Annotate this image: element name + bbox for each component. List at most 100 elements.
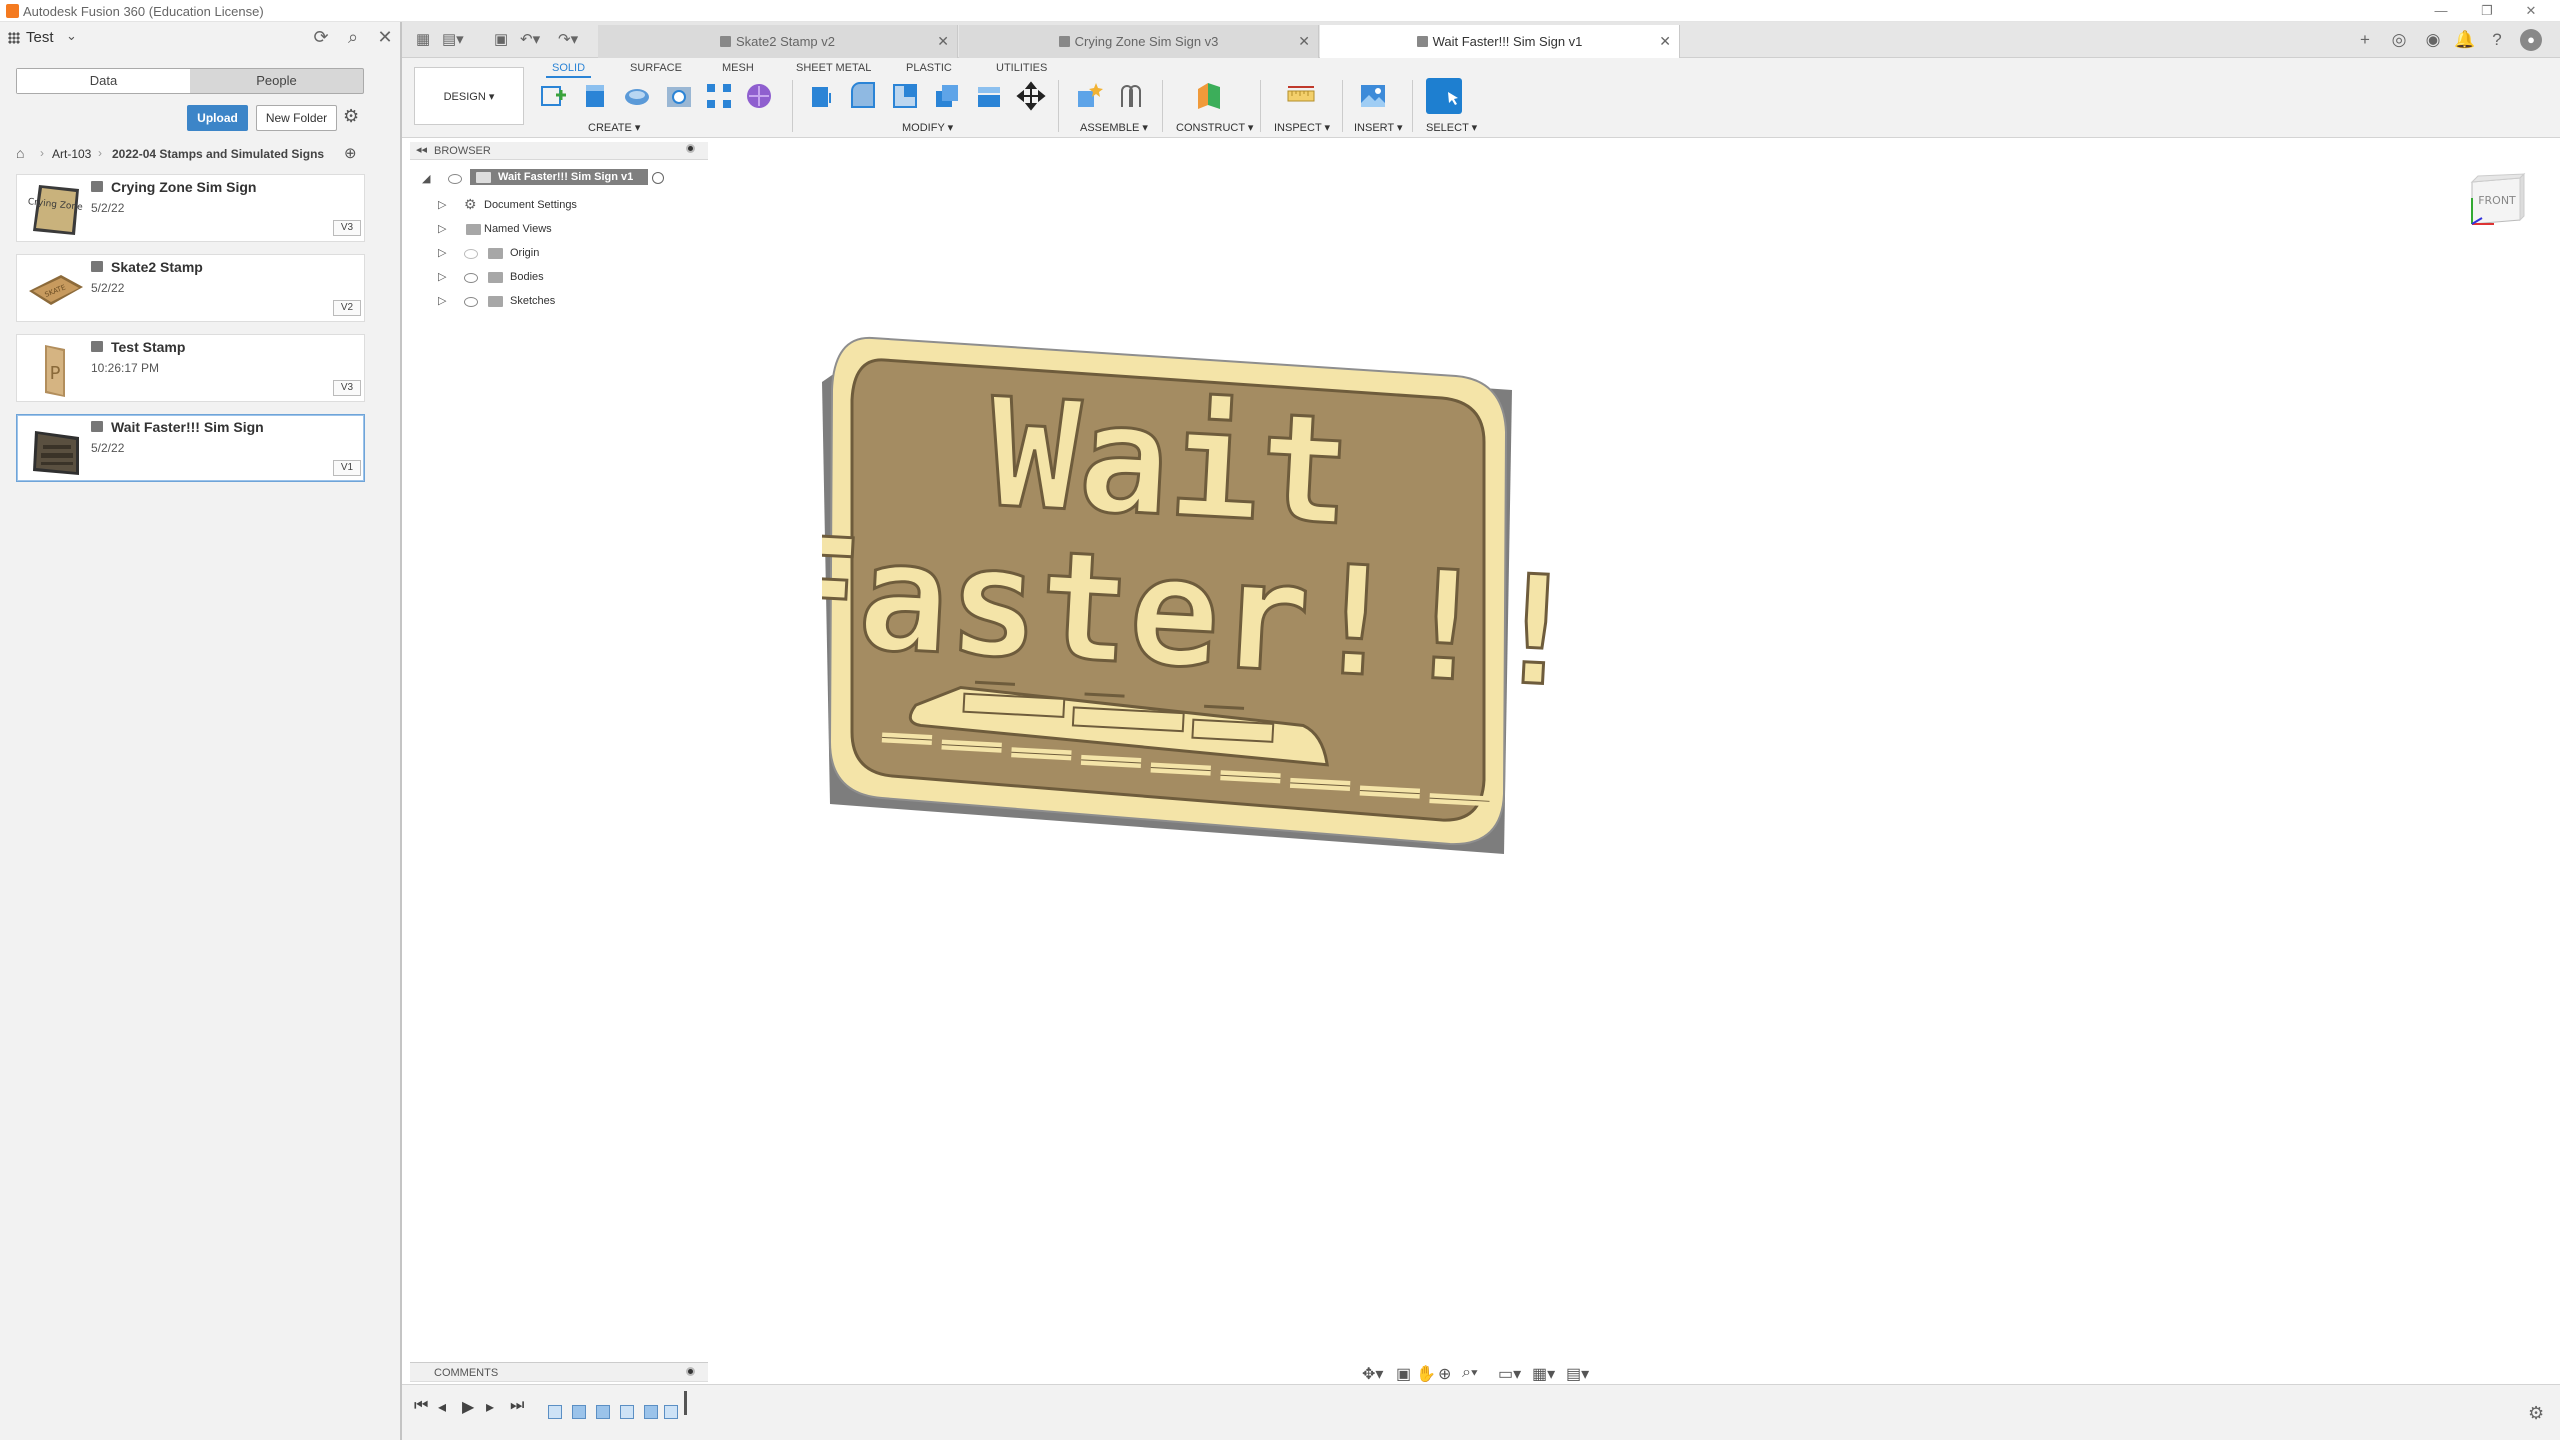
save-icon[interactable]: ▣	[494, 30, 508, 48]
group-modify[interactable]: MODIFY ▾	[902, 121, 953, 134]
minimize-button[interactable]: —	[2426, 1, 2456, 21]
look-at-icon[interactable]: ▣	[1396, 1364, 1411, 1384]
close-icon[interactable]: ✕	[1298, 33, 1310, 50]
chevron-down-icon[interactable]: ⌄	[66, 28, 77, 44]
close-icon[interactable]: ✕	[937, 33, 949, 50]
apps-grid-icon[interactable]: ▦	[416, 30, 430, 48]
view-cube[interactable]: FRONT	[2464, 168, 2528, 232]
file-card[interactable]: P Test Stamp 10:26:17 PM V3	[16, 334, 365, 402]
chamfer-icon[interactable]	[890, 81, 920, 111]
expand-triangle-icon[interactable]: ▷	[438, 198, 446, 211]
timeline-marker[interactable]	[684, 1391, 687, 1415]
play-icon[interactable]: ▶	[462, 1397, 474, 1417]
avatar[interactable]: ●	[2520, 29, 2542, 51]
timeline-feature-sketch[interactable]	[664, 1405, 678, 1419]
zoom-icon[interactable]: ⊕	[1438, 1364, 1451, 1384]
group-select[interactable]: SELECT ▾	[1426, 121, 1477, 134]
tab-people[interactable]: People	[190, 69, 363, 93]
group-create[interactable]: CREATE ▾	[588, 121, 640, 134]
joint-icon[interactable]	[1116, 81, 1146, 111]
visibility-eye-icon[interactable]	[448, 174, 462, 184]
apps-grid-icon[interactable]	[8, 32, 20, 44]
tab-plastic[interactable]: PLASTIC	[900, 60, 958, 78]
move-icon[interactable]	[1016, 81, 1046, 111]
measure-icon[interactable]	[1286, 81, 1316, 111]
select-cursor-icon[interactable]	[1426, 78, 1462, 114]
press-pull-icon[interactable]	[806, 81, 836, 111]
timeline-feature-extrude[interactable]	[572, 1405, 586, 1419]
home-icon[interactable]: ⌂	[16, 145, 24, 161]
visibility-eye-icon[interactable]	[464, 297, 478, 307]
fillet-icon[interactable]	[848, 81, 878, 111]
upload-button[interactable]: Upload	[187, 105, 248, 131]
fit-icon[interactable]: ⌕▾	[1462, 1364, 1478, 1382]
viewports-icon[interactable]: ▤▾	[1566, 1364, 1589, 1384]
display-settings-icon[interactable]: ▭▾	[1498, 1364, 1521, 1384]
timeline-feature-sketch[interactable]	[620, 1405, 634, 1419]
file-card-selected[interactable]: Wait Faster!!! Sim Sign 5/2/22 V1	[16, 414, 365, 482]
grid-settings-icon[interactable]: ▦▾	[1532, 1364, 1555, 1384]
close-button[interactable]: ✕	[2516, 1, 2546, 21]
pin-icon[interactable]	[686, 144, 695, 153]
file-card[interactable]: Crying Zone Crying Zone Sim Sign 5/2/22 …	[16, 174, 365, 242]
undo-icon[interactable]: ↶▾	[520, 30, 540, 48]
tab-utilities[interactable]: UTILITIES	[990, 60, 1053, 78]
version-badge[interactable]: V2	[333, 300, 361, 316]
globe-icon[interactable]: ⊕	[344, 144, 357, 162]
pin-icon[interactable]	[686, 1367, 695, 1376]
file-card[interactable]: SKATE Skate2 Stamp 5/2/22 V2	[16, 254, 365, 322]
new-tab-icon[interactable]: +	[2354, 29, 2376, 51]
refresh-icon[interactable]: ⟳	[310, 27, 332, 48]
redo-icon[interactable]: ↷▾	[558, 30, 578, 48]
group-inspect[interactable]: INSPECT ▾	[1274, 121, 1330, 134]
new-component-icon[interactable]	[1074, 81, 1104, 111]
sign-model[interactable]: Wait Faster!!!	[822, 324, 1942, 864]
go-to-start-icon[interactable]: ⏮	[414, 1397, 428, 1415]
visibility-eye-icon[interactable]	[464, 273, 478, 283]
browser-root-node[interactable]: Wait Faster!!! Sim Sign v1	[470, 169, 648, 185]
version-badge[interactable]: V3	[333, 220, 361, 236]
go-to-end-icon[interactable]: ⏭	[510, 1397, 524, 1415]
help-icon[interactable]: ?	[2486, 29, 2508, 51]
version-badge[interactable]: V1	[333, 460, 361, 476]
tab-mesh[interactable]: MESH	[716, 60, 760, 78]
timeline-feature-extrude[interactable]	[596, 1405, 610, 1419]
form-icon[interactable]	[744, 81, 774, 111]
workspace-switcher[interactable]: DESIGN ▾	[414, 67, 524, 125]
expand-triangle-icon[interactable]: ▷	[438, 270, 446, 283]
expand-triangle-icon[interactable]: ▷	[438, 294, 446, 307]
step-forward-icon[interactable]: ▸	[486, 1397, 494, 1417]
breadcrumb-item[interactable]: Art-103	[52, 147, 91, 161]
close-icon[interactable]: ✕	[1659, 33, 1671, 50]
gear-icon[interactable]: ⚙	[2528, 1403, 2544, 1424]
new-folder-button[interactable]: New Folder	[256, 105, 337, 131]
expand-triangle-icon[interactable]: ▷	[438, 222, 446, 235]
canvas-viewport[interactable]: ◂◂ BROWSER ◢ Wait Faster!!! Sim Sign v1 …	[402, 138, 2560, 1384]
offset-plane-icon[interactable]	[1194, 81, 1224, 111]
timeline-feature-sketch[interactable]	[548, 1405, 562, 1419]
comments-panel[interactable]: COMMENTS	[410, 1362, 708, 1382]
search-icon[interactable]: ⌕	[342, 27, 364, 48]
extrude-icon[interactable]	[580, 81, 610, 111]
combine-icon[interactable]	[974, 81, 1004, 111]
collapse-icon[interactable]: ◂◂	[416, 143, 427, 156]
revolve-icon[interactable]	[622, 81, 652, 111]
job-status-icon[interactable]: ◉	[2422, 29, 2444, 51]
restore-button[interactable]: ❐	[2472, 1, 2502, 21]
version-badge[interactable]: V3	[333, 380, 361, 396]
visibility-eye-off-icon[interactable]	[464, 249, 478, 259]
orbit-icon[interactable]: ✥▾	[1362, 1364, 1383, 1384]
insert-image-icon[interactable]	[1358, 81, 1388, 111]
pan-hand-icon[interactable]: ✋	[1416, 1364, 1436, 1384]
tab-surface[interactable]: SURFACE	[624, 60, 688, 78]
tab-solid[interactable]: SOLID	[546, 60, 592, 78]
timeline-feature-extrude[interactable]	[644, 1405, 658, 1419]
file-menu-icon[interactable]: ▤▾	[442, 30, 464, 48]
group-assemble[interactable]: ASSEMBLE ▾	[1080, 121, 1148, 134]
activate-radio-icon[interactable]	[652, 172, 664, 184]
tab-sheet-metal[interactable]: SHEET METAL	[790, 60, 877, 78]
group-insert[interactable]: INSERT ▾	[1354, 121, 1403, 134]
expand-triangle-icon[interactable]: ▷	[438, 246, 446, 259]
group-construct[interactable]: CONSTRUCT ▾	[1176, 121, 1253, 134]
tab-data[interactable]: Data	[17, 69, 190, 93]
